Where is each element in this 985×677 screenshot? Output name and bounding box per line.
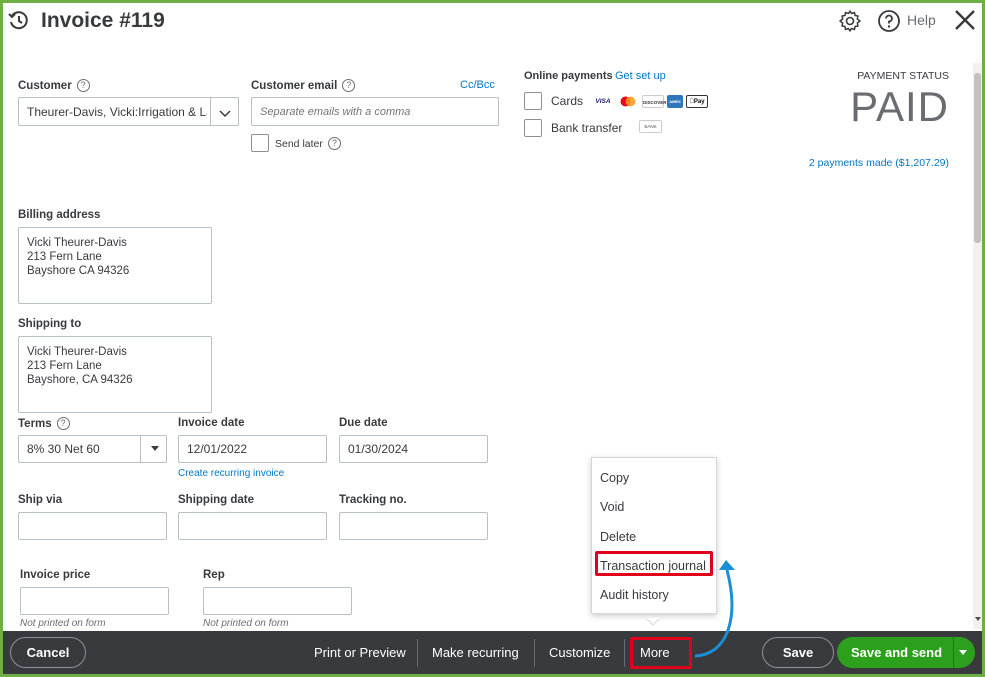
- invoice-price-input[interactable]: [20, 587, 169, 615]
- invoice-date-value: 12/01/2022: [187, 442, 248, 456]
- help-icon[interactable]: [877, 9, 901, 38]
- cancel-button[interactable]: Cancel: [10, 637, 86, 668]
- customize-button[interactable]: Customize: [549, 645, 610, 660]
- invoice-price-label: Invoice price: [20, 569, 91, 581]
- customer-email-input[interactable]: [251, 97, 499, 126]
- payments-made-link[interactable]: 2 payments made ($1,207.29): [809, 157, 949, 169]
- payment-status-label: PAYMENT STATUS: [857, 70, 949, 82]
- save-and-send-label: Save and send: [851, 645, 943, 660]
- bank-transfer-checkbox[interactable]: [524, 119, 542, 137]
- due-date-value: 01/30/2024: [348, 442, 409, 456]
- terms-value: 8% 30 Net 60: [27, 442, 100, 456]
- shipping-date-label: Shipping date: [178, 494, 255, 506]
- shipping-line: Vicki Theurer-Davis: [27, 346, 127, 358]
- due-date-input[interactable]: 01/30/2024: [339, 435, 488, 463]
- question-icon[interactable]: ?: [56, 417, 70, 430]
- due-date-label: Due date: [339, 417, 388, 429]
- gear-icon[interactable]: [838, 9, 862, 38]
- question-icon[interactable]: ?: [342, 79, 356, 92]
- shipping-to-label: Shipping to: [18, 318, 82, 330]
- billing-address-textarea[interactable]: Vicki Theurer-Davis 213 Fern Lane Baysho…: [18, 227, 212, 304]
- scroll-thumb[interactable]: [974, 73, 981, 243]
- bank-logo: BANK: [639, 120, 662, 133]
- invoice-date-label: Invoice date: [178, 417, 245, 429]
- menu-item-delete[interactable]: Delete: [600, 530, 636, 544]
- annotation-arrow: [694, 560, 735, 658]
- invoice-window: Invoice #119 Help Customer? Theurer-Davi…: [3, 3, 982, 674]
- menu-item-transaction-journal[interactable]: Transaction journal: [600, 559, 706, 573]
- caret-down-icon: [151, 446, 159, 451]
- terms-select[interactable]: 8% 30 Net 60: [18, 435, 167, 463]
- rep-note: Not printed on form: [203, 618, 289, 629]
- shipping-address-textarea[interactable]: Vicki Theurer-Davis 213 Fern Lane Baysho…: [18, 336, 212, 413]
- card-logos: VISA DISCOVERAMEXPay: [592, 93, 711, 111]
- customer-email-label: Customer email?: [251, 79, 356, 92]
- question-icon[interactable]: ?: [327, 137, 341, 150]
- tracking-label: Tracking no.: [339, 494, 407, 506]
- menu-pointer: [644, 613, 662, 626]
- visa-logo: VISA: [595, 98, 611, 106]
- customer-value: Theurer-Davis, Vicki:Irrigation & La: [27, 104, 207, 119]
- chevron-down-icon: [219, 106, 231, 124]
- send-later-checkbox[interactable]: [251, 134, 269, 152]
- help-label[interactable]: Help: [907, 12, 936, 28]
- print-preview-button[interactable]: Print or Preview: [314, 645, 406, 660]
- billing-line: Vicki Theurer-Davis: [27, 237, 127, 249]
- menu-item-audit-history[interactable]: Audit history: [600, 588, 669, 602]
- save-button[interactable]: Save: [762, 637, 834, 668]
- shipping-line: Bayshore, CA 94326: [27, 374, 133, 386]
- billing-line: Bayshore CA 94326: [27, 265, 130, 277]
- shipping-line: 213 Fern Lane: [27, 360, 102, 372]
- send-later-label: Send later?: [275, 137, 341, 150]
- online-payments-label: Online payments: [524, 70, 613, 82]
- cards-checkbox[interactable]: [524, 92, 542, 110]
- payment-status-value: PAID: [850, 83, 949, 130]
- menu-item-copy[interactable]: Copy: [600, 471, 629, 485]
- scroll-down-icon[interactable]: [975, 617, 981, 621]
- tracking-input[interactable]: [339, 512, 488, 540]
- billing-address-label: Billing address: [18, 209, 101, 221]
- vertical-scrollbar[interactable]: [973, 63, 982, 629]
- history-icon[interactable]: [7, 9, 31, 38]
- page-title: Invoice #119: [41, 9, 165, 32]
- create-recurring-link[interactable]: Create recurring invoice: [178, 468, 284, 479]
- rep-label: Rep: [203, 569, 225, 581]
- cc-bcc-link[interactable]: Cc/Bcc: [460, 79, 495, 91]
- bank-transfer-label: Bank transfer: [551, 121, 623, 135]
- billing-line: 213 Fern Lane: [27, 251, 102, 263]
- apple-pay-logo: Pay: [686, 95, 708, 109]
- ship-via-input[interactable]: [18, 512, 167, 540]
- mastercard-logo: [617, 95, 639, 108]
- footer-toolbar: Cancel Print or Preview Make recurring C…: [3, 631, 982, 674]
- get-set-up-link[interactable]: Get set up: [615, 70, 666, 82]
- ship-via-label: Ship via: [18, 494, 63, 506]
- caret-down-icon[interactable]: [959, 650, 967, 655]
- more-button[interactable]: More: [640, 645, 670, 660]
- invoice-date-input[interactable]: 12/01/2022: [178, 435, 327, 463]
- cards-label: Cards: [551, 94, 584, 108]
- rep-input[interactable]: [203, 587, 352, 615]
- shipping-date-input[interactable]: [178, 512, 327, 540]
- customer-label: Customer?: [18, 79, 90, 92]
- amex-logo: AMEX: [667, 95, 683, 109]
- customer-select[interactable]: Theurer-Davis, Vicki:Irrigation & La: [18, 97, 239, 126]
- discover-logo: DISCOVER: [642, 95, 667, 109]
- invoice-price-note: Not printed on form: [20, 618, 106, 629]
- question-icon[interactable]: ?: [76, 79, 90, 92]
- terms-label: Terms?: [18, 417, 70, 430]
- save-and-send-button[interactable]: Save and send: [837, 637, 975, 668]
- close-icon[interactable]: [953, 8, 977, 37]
- make-recurring-button[interactable]: Make recurring: [432, 645, 519, 660]
- menu-item-void[interactable]: Void: [600, 500, 624, 514]
